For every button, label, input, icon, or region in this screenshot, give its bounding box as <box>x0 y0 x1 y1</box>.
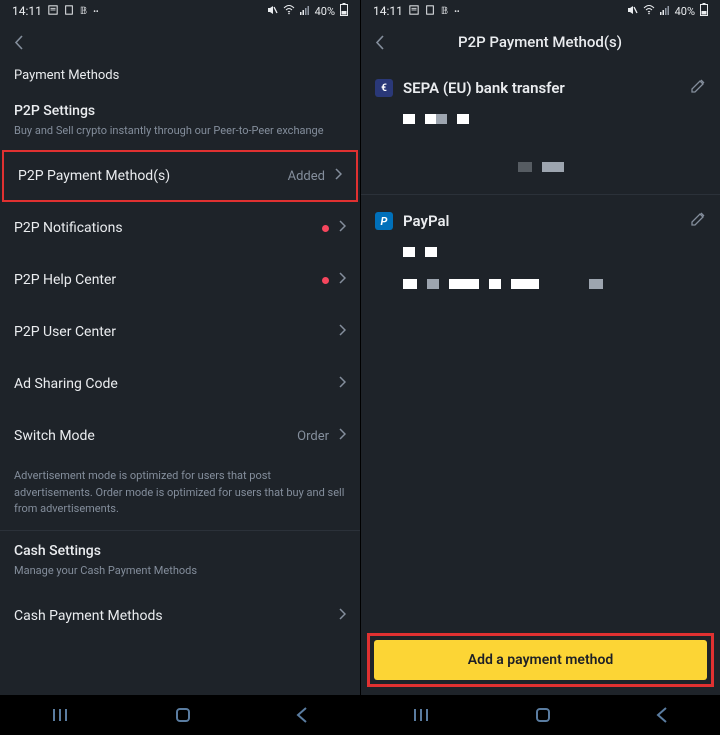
notification-dot-icon <box>322 277 329 284</box>
status-bar: 14:11 𝔹 •• 40% <box>361 0 720 22</box>
edit-icon[interactable] <box>690 211 706 231</box>
button-label: Add a payment method <box>468 652 614 668</box>
chevron-right-icon <box>339 324 346 340</box>
chevron-right-icon <box>339 220 346 236</box>
settings-screen: 14:11 𝔹 •• 40% Payment Methods P2P Setti… <box>0 0 360 735</box>
payment-methods-screen: 14:11 𝔹 •• 40% P2P Payment Method(s) € S… <box>360 0 720 735</box>
menu-label: P2P Notifications <box>14 220 322 236</box>
menu-label: Ad Sharing Code <box>14 376 339 392</box>
mode-desc: Advertisement mode is optimized for user… <box>0 462 360 530</box>
notif-icon-3: 𝔹 <box>441 6 448 17</box>
back-button[interactable] <box>375 35 384 50</box>
p2p-settings-desc: Buy and Sell crypto instantly through ou… <box>0 121 360 150</box>
sepa-icon: € <box>375 79 393 97</box>
chevron-right-icon <box>335 168 342 184</box>
menu-label: Cash Payment Methods <box>14 608 339 624</box>
chevron-right-icon <box>339 608 346 624</box>
home-button[interactable] <box>534 706 552 724</box>
mute-icon <box>266 4 278 19</box>
notif-icon-2 <box>64 4 74 19</box>
page-title: P2P Payment Method(s) <box>394 33 686 51</box>
redacted-row <box>375 158 706 176</box>
clock: 14:11 <box>373 4 403 18</box>
payment-method-sepa[interactable]: € SEPA (EU) bank transfer <box>361 62 720 195</box>
notif-icon-more: •• <box>93 7 98 16</box>
battery-icon <box>700 3 708 19</box>
paypal-icon: P <box>375 212 393 230</box>
back-button[interactable] <box>296 706 308 724</box>
wifi-icon <box>643 5 655 18</box>
notification-dot-icon <box>322 225 329 232</box>
p2p-help-center-item[interactable]: P2P Help Center <box>0 254 360 306</box>
menu-label: Switch Mode <box>14 428 297 444</box>
menu-right <box>339 608 346 624</box>
switch-mode-item[interactable]: Switch Mode Order <box>0 410 360 462</box>
ad-sharing-code-item[interactable]: Ad Sharing Code <box>0 358 360 410</box>
redacted-row <box>403 243 706 261</box>
menu-right <box>322 220 346 236</box>
p2p-settings-title: P2P Settings <box>0 91 360 121</box>
p2p-user-center-item[interactable]: P2P User Center <box>0 306 360 358</box>
p2p-payment-methods-item[interactable]: P2P Payment Method(s) Added <box>2 150 358 202</box>
screen-title: Payment Methods <box>0 62 360 91</box>
chevron-right-icon <box>339 428 346 444</box>
signal-icon <box>300 5 310 18</box>
cash-settings-desc: Manage your Cash Payment Methods <box>0 561 360 590</box>
menu-right: Added <box>288 168 342 184</box>
wifi-icon <box>283 5 295 18</box>
battery-pct: 40% <box>675 5 695 18</box>
android-nav <box>0 695 360 735</box>
mute-icon <box>626 4 638 19</box>
status-bar: 14:11 𝔹 •• 40% <box>0 0 360 22</box>
p2p-notifications-item[interactable]: P2P Notifications <box>0 202 360 254</box>
clock: 14:11 <box>12 4 42 18</box>
back-button[interactable] <box>656 706 668 724</box>
payment-name: SEPA (EU) bank transfer <box>403 79 680 97</box>
app-header <box>0 22 360 62</box>
notif-icon-1 <box>48 4 58 19</box>
menu-value: Added <box>288 169 325 184</box>
cash-payment-methods-item[interactable]: Cash Payment Methods <box>0 590 360 642</box>
menu-right: Order <box>297 428 346 444</box>
payment-method-paypal[interactable]: P PayPal <box>361 195 720 311</box>
chevron-right-icon <box>339 376 346 392</box>
app-header: P2P Payment Method(s) <box>361 22 720 62</box>
notif-icon-more: •• <box>454 7 459 16</box>
menu-right <box>339 324 346 340</box>
edit-icon[interactable] <box>690 78 706 98</box>
signal-icon <box>660 5 670 18</box>
add-button-highlight: Add a payment method <box>367 633 714 687</box>
notif-icon-3: 𝔹 <box>80 6 87 17</box>
menu-right <box>322 272 346 288</box>
payment-name: PayPal <box>403 212 680 230</box>
notif-icon-2 <box>425 4 435 19</box>
cash-settings-title: Cash Settings <box>0 531 360 561</box>
redacted-row <box>403 275 706 293</box>
redacted-row <box>403 110 706 128</box>
menu-label: P2P Payment Method(s) <box>18 168 288 184</box>
back-button[interactable] <box>14 35 23 50</box>
menu-right <box>339 376 346 392</box>
android-nav <box>361 695 720 735</box>
recents-button[interactable] <box>413 707 431 723</box>
recents-button[interactable] <box>52 707 70 723</box>
menu-value: Order <box>297 429 329 444</box>
chevron-right-icon <box>339 272 346 288</box>
menu-label: P2P User Center <box>14 324 339 340</box>
battery-pct: 40% <box>315 5 335 18</box>
menu-label: P2P Help Center <box>14 272 322 288</box>
home-button[interactable] <box>174 706 192 724</box>
battery-icon <box>340 3 348 19</box>
add-payment-method-button[interactable]: Add a payment method <box>374 640 707 680</box>
notif-icon-1 <box>409 4 419 19</box>
content-area: Payment Methods P2P Settings Buy and Sel… <box>0 62 360 735</box>
